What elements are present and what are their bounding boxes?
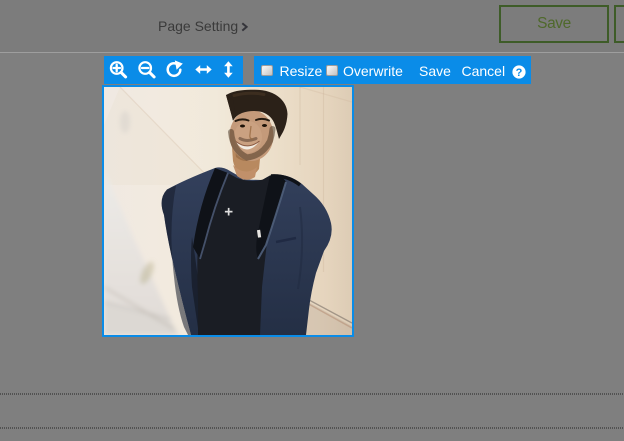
svg-text:?: ? — [516, 66, 523, 78]
